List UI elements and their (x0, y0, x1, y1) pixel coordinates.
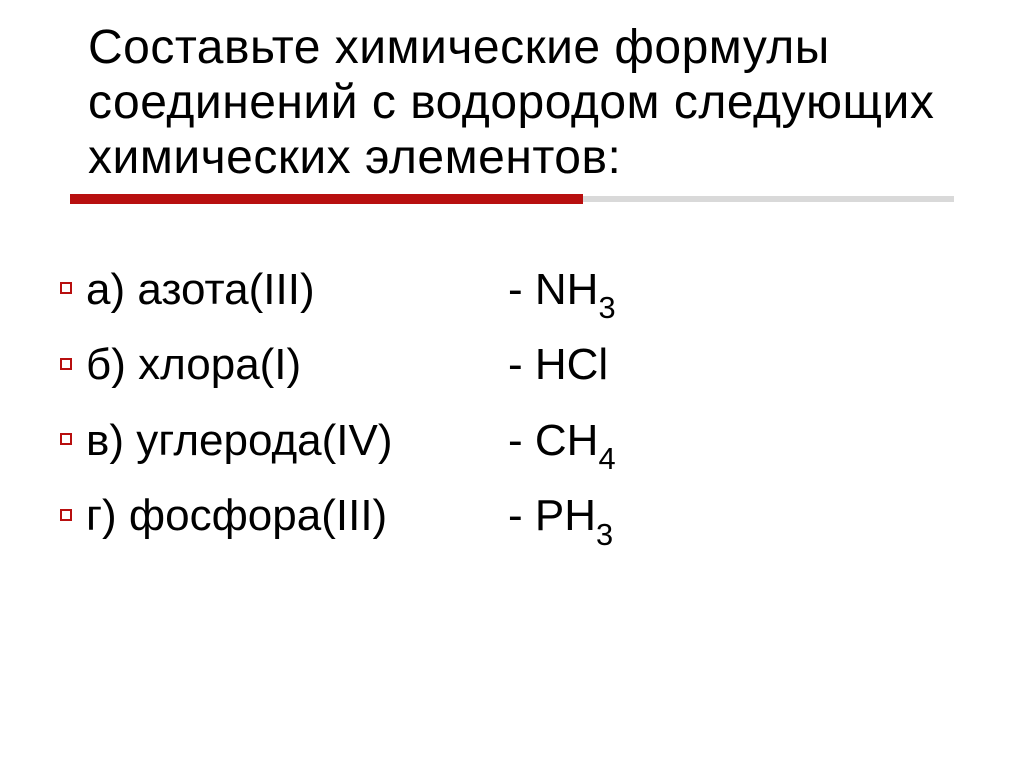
bullet-icon (60, 282, 72, 294)
element-label: г) фосфора(III) (88, 480, 508, 553)
list-item: б) хлора(I) - HCl (88, 329, 954, 405)
element-text: а) азота(III) (86, 265, 315, 314)
formula: - CH4 (508, 405, 954, 481)
formula: - PH3 (508, 480, 954, 556)
element-text: г) фосфора(III) (86, 491, 387, 540)
formula-subscript: 4 (598, 441, 615, 476)
formula-subscript: 3 (596, 517, 613, 552)
formula-text: - PH (508, 491, 596, 540)
element-label: в) углерода(IV) (88, 405, 508, 478)
slide: Составьте химические формулы соединений … (0, 0, 1024, 767)
divider-red-segment (70, 194, 583, 204)
element-label: б) хлора(I) (88, 329, 508, 402)
element-text: в) углерода(IV) (86, 416, 392, 465)
list-item: г) фосфора(III) - PH3 (88, 480, 954, 556)
title-divider (70, 194, 954, 206)
formula: - NH3 (508, 254, 954, 330)
divider-gray-segment (583, 196, 954, 202)
list-item: в) углерода(IV) - CH4 (88, 405, 954, 481)
bullet-icon (60, 358, 72, 370)
formula: - HCl (508, 329, 954, 405)
list-item: а) азота(III) - NH3 (88, 254, 954, 330)
content-area: а) азота(III) - NH3 б) хлора(I) - HCl в)… (70, 254, 954, 556)
formula-text: - NH (508, 265, 598, 314)
formula-subscript: 3 (598, 290, 615, 325)
slide-title: Составьте химические формулы соединений … (88, 20, 954, 186)
element-text: б) хлора(I) (86, 340, 301, 389)
formula-text: - HCl (508, 340, 608, 389)
formula-text: - CH (508, 416, 598, 465)
bullet-icon (60, 509, 72, 521)
bullet-icon (60, 433, 72, 445)
element-label: а) азота(III) (88, 254, 508, 327)
